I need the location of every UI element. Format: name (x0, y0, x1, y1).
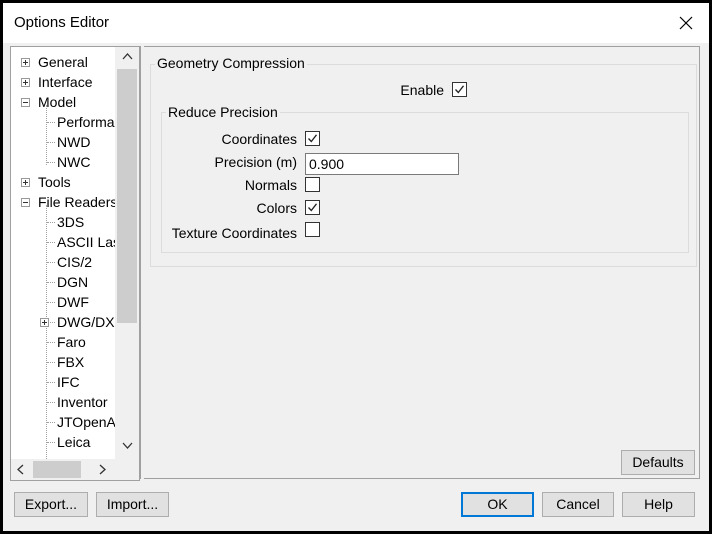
tree-item[interactable]: ASCII Las (57, 232, 115, 252)
tree-connector (47, 162, 55, 163)
ok-button[interactable]: OK (461, 492, 534, 517)
tree-connector (47, 282, 55, 283)
tree-connector (46, 105, 47, 165)
options-editor-window: Options Editor General Interface Model Perf… (3, 3, 709, 531)
tree-item[interactable]: DWG/DX (57, 312, 115, 332)
enable-checkbox[interactable] (452, 82, 467, 97)
tree-connector (47, 242, 55, 243)
scroll-left-icon[interactable] (16, 464, 24, 478)
options-content-panel: Geometry Compression Enable Reduce Preci… (144, 46, 700, 479)
tree-item[interactable]: Performa (57, 112, 115, 132)
tree-connector (47, 362, 55, 363)
texture-coordinates-label: Texture Coordinates (171, 225, 297, 241)
tree-item[interactable]: Tools (38, 172, 71, 192)
checkmark-icon (455, 85, 465, 94)
enable-label: Enable (400, 82, 444, 98)
import-button[interactable]: Import... (96, 492, 169, 517)
tree-connector (47, 142, 55, 143)
precision-input[interactable] (305, 153, 459, 175)
reduce-precision-legend: Reduce Precision (166, 104, 280, 120)
tree-connector (47, 222, 55, 223)
coordinates-label: Coordinates (221, 131, 298, 147)
export-button[interactable]: Export... (14, 492, 88, 517)
scroll-down-icon[interactable] (122, 442, 133, 453)
tree-item[interactable]: Faro (57, 332, 86, 352)
checkmark-icon (308, 203, 318, 212)
tree-item[interactable]: FBX (57, 352, 84, 372)
tree-item[interactable]: IFC (57, 372, 80, 392)
colors-label: Colors (256, 200, 297, 216)
geometry-compression-legend: Geometry Compression (155, 55, 307, 71)
tree-item[interactable]: NWD (57, 132, 90, 152)
tree-item[interactable]: DWF (57, 292, 89, 312)
tree-item[interactable]: Model (38, 92, 76, 112)
defaults-button[interactable]: Defaults (621, 450, 695, 475)
options-tree: General Interface Model Performa NWD NWC Tools… (10, 46, 140, 481)
help-button[interactable]: Help (622, 492, 695, 517)
window-title: Options Editor (14, 14, 110, 31)
scroll-right-icon[interactable] (99, 464, 107, 478)
tree-vertical-scroll-thumb[interactable] (117, 69, 137, 323)
tree-connector (47, 302, 55, 303)
tree-connector (47, 442, 55, 443)
tree-item[interactable]: DGN (57, 272, 88, 292)
checkmark-icon (308, 134, 318, 143)
tree-item[interactable]: 3DS (57, 212, 84, 232)
tree-connector (47, 122, 55, 123)
tree-connector (47, 342, 55, 343)
tree-horizontal-scrollbar[interactable] (11, 459, 115, 480)
expand-plus-icon[interactable] (21, 78, 30, 87)
tree-item[interactable]: Leica (57, 432, 90, 452)
scrollbar-corner (115, 459, 139, 480)
scroll-up-icon[interactable] (122, 52, 133, 63)
tree-item[interactable]: CIS/2 (57, 252, 92, 272)
expand-plus-icon[interactable] (21, 58, 30, 67)
tree-item[interactable]: Interface (38, 72, 92, 92)
expand-plus-icon[interactable] (21, 178, 30, 187)
title-bar: Options Editor (3, 3, 709, 43)
normals-checkbox[interactable] (305, 177, 320, 192)
coordinates-checkbox[interactable] (305, 131, 320, 146)
tree-connector (47, 262, 55, 263)
tree-items: General Interface Model Performa NWD NWC Tools… (11, 47, 115, 459)
expand-plus-icon[interactable] (40, 318, 49, 327)
tree-item[interactable]: File Readers (38, 192, 115, 212)
tree-connector (47, 422, 55, 423)
tree-item[interactable]: NWC (57, 152, 90, 172)
cancel-button[interactable]: Cancel (542, 492, 614, 517)
tree-connector (47, 382, 55, 383)
collapse-minus-icon[interactable] (21, 198, 30, 207)
tree-item[interactable]: General (38, 52, 88, 72)
collapse-minus-icon[interactable] (21, 98, 30, 107)
colors-checkbox[interactable] (305, 200, 320, 215)
tree-item[interactable]: JTOpenA (57, 412, 115, 432)
close-icon (679, 16, 693, 30)
close-button[interactable] (663, 3, 709, 43)
tree-horizontal-scroll-thumb[interactable] (33, 461, 81, 478)
tree-item[interactable]: Inventor (57, 392, 108, 412)
tree-connector (46, 205, 47, 459)
normals-label: Normals (244, 177, 297, 193)
tree-connector (47, 402, 55, 403)
texture-coordinates-checkbox[interactable] (305, 222, 320, 237)
tree-vertical-scrollbar[interactable] (115, 47, 139, 459)
precision-label: Precision (m) (214, 154, 297, 170)
